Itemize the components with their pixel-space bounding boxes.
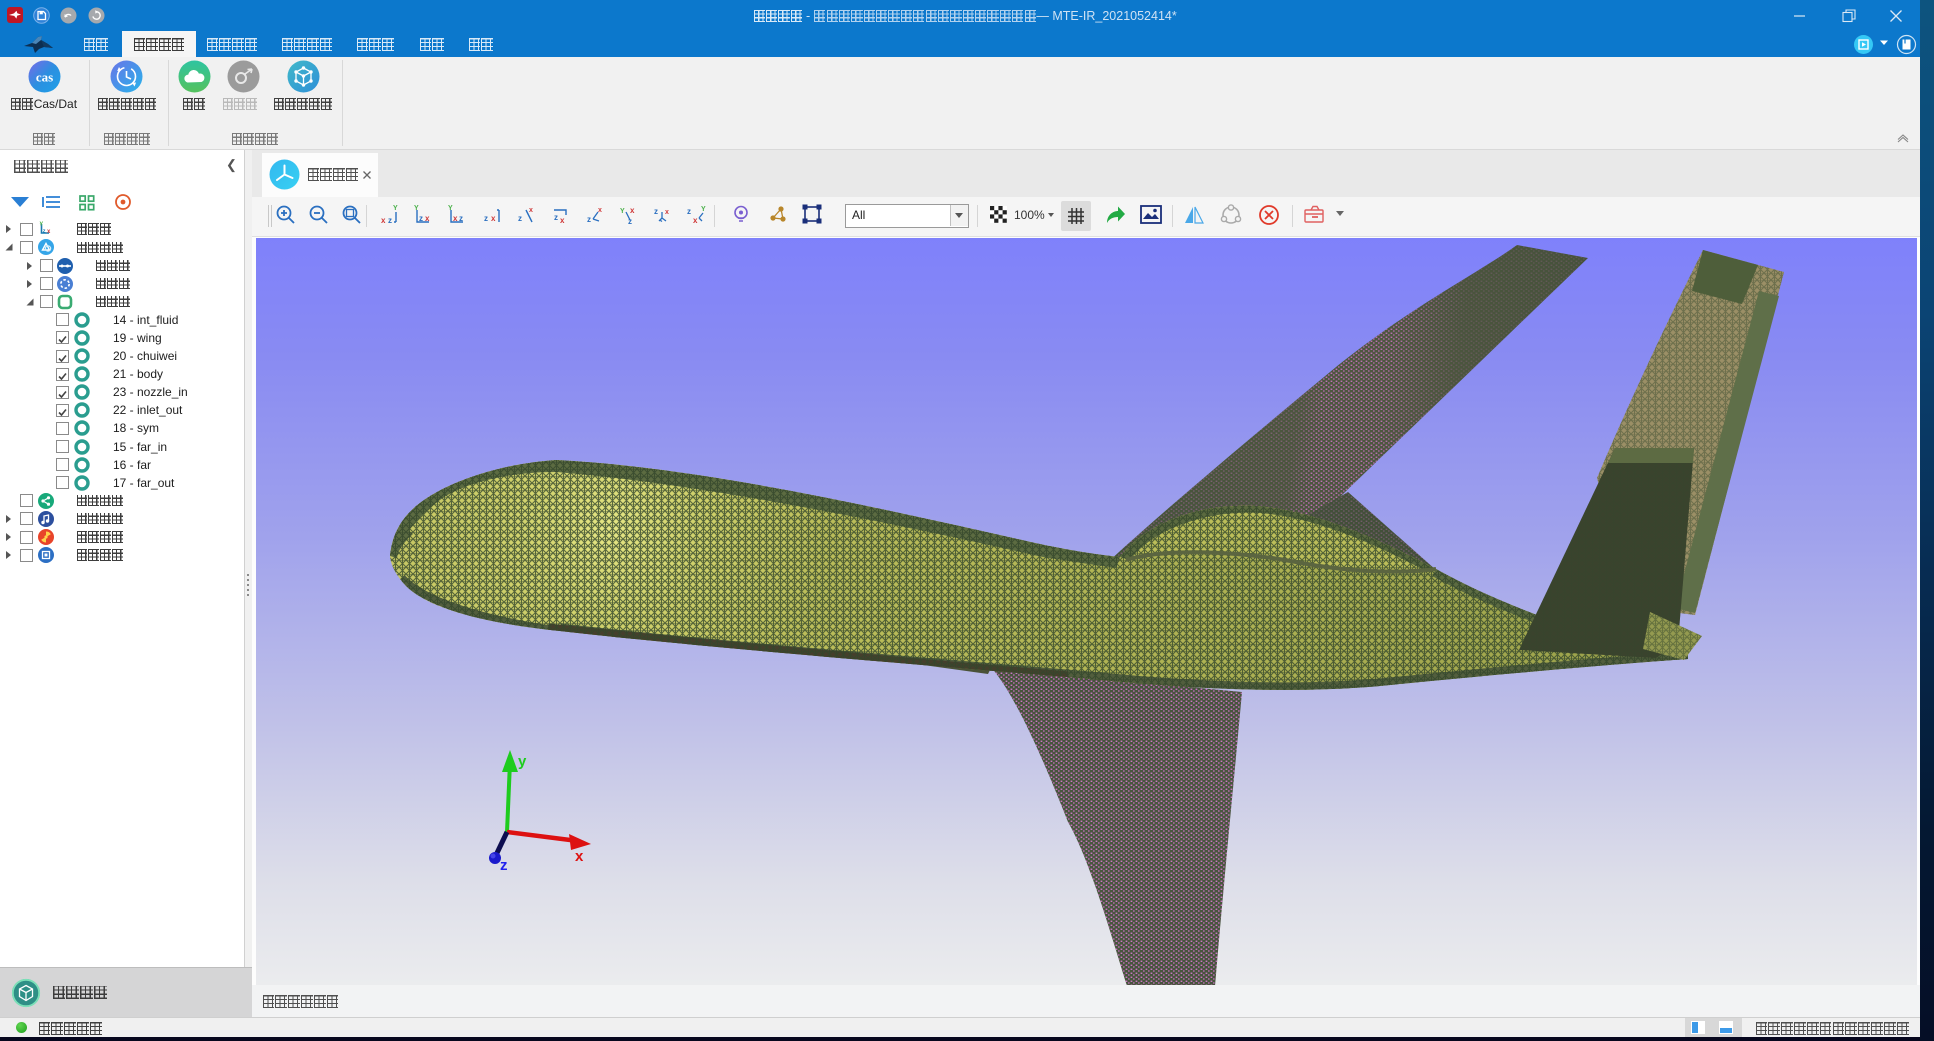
svg-text:x: x: [453, 214, 458, 223]
svg-text:z: z: [484, 214, 488, 223]
svg-text:x: x: [529, 207, 533, 214]
svg-text:z: z: [43, 229, 46, 235]
svg-text:Y: Y: [620, 208, 625, 215]
svg-text:z: z: [419, 214, 423, 223]
svg-text:y: y: [518, 753, 527, 770]
svg-text:Y: Y: [414, 205, 419, 212]
svg-text:cas: cas: [36, 70, 53, 85]
svg-text:z: z: [388, 216, 392, 225]
svg-text:z: z: [628, 217, 632, 226]
svg-text:z: z: [459, 214, 463, 223]
svg-text:x: x: [630, 206, 635, 215]
svg-text:Y: Y: [448, 205, 453, 212]
svg-text:x: x: [575, 848, 584, 865]
svg-text:Y: Y: [701, 206, 706, 213]
svg-text:Y: Y: [393, 205, 398, 212]
svg-text:↑: ↑: [39, 222, 42, 228]
svg-text:z: z: [500, 857, 508, 874]
svg-text:x: x: [693, 216, 698, 225]
svg-text:x: x: [598, 207, 602, 214]
svg-text:z: z: [518, 214, 522, 223]
svg-text:x: x: [425, 214, 430, 223]
svg-text:x: x: [381, 216, 386, 225]
svg-text:z: z: [654, 207, 658, 216]
svg-text:x: x: [47, 229, 51, 235]
svg-text:z: z: [587, 215, 591, 224]
svg-text:x: x: [665, 209, 669, 216]
svg-text:z: z: [554, 213, 558, 222]
svg-text:x: x: [491, 214, 496, 223]
svg-text:x: x: [560, 216, 565, 225]
svg-text:z: z: [687, 207, 691, 216]
